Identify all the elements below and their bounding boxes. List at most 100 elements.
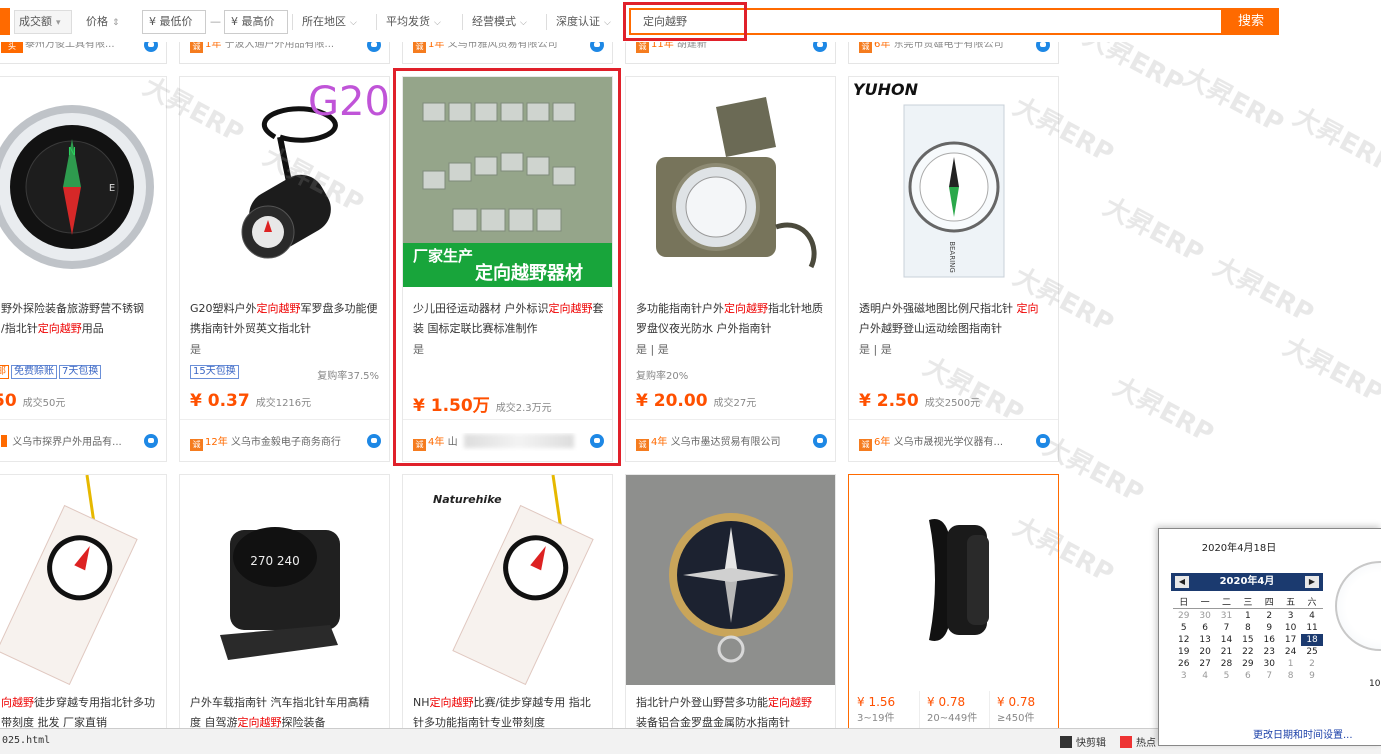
region-dropdown[interactable]: 所在地区 ⌵: [302, 10, 357, 34]
week-row: 5 6 7 8 9 10 11: [1173, 622, 1323, 634]
product-image[interactable]: 270 240: [180, 475, 389, 685]
day-cell[interactable]: 27: [1194, 658, 1215, 670]
day-cell[interactable]: 11: [1301, 622, 1322, 634]
day-cell[interactable]: 8: [1237, 622, 1258, 634]
day-cell[interactable]: 4: [1194, 670, 1215, 682]
day-cell[interactable]: 7: [1259, 670, 1280, 682]
min-price-input[interactable]: ¥ 最低价: [142, 10, 206, 34]
day-cell[interactable]: 22: [1237, 646, 1258, 658]
day-cell[interactable]: 14: [1216, 634, 1237, 646]
taskbar-app-hotspot[interactable]: 热点: [1120, 734, 1156, 749]
product-card[interactable]: 向越野徒步穿越专用指北针多功 带刻度 批发 厂家直销: [0, 474, 167, 734]
product-card[interactable]: N E 野外探险装备旅游野营不锈钢/指北针定向越野用品 邮免费赊账7天包换 50…: [0, 76, 167, 462]
day-cell[interactable]: 16: [1259, 634, 1280, 646]
day-cell[interactable]: 1: [1237, 610, 1258, 622]
day-cell[interactable]: 25: [1301, 646, 1322, 658]
compass-image: N E: [0, 77, 166, 287]
chat-icon[interactable]: [144, 434, 158, 448]
product-title[interactable]: 透明户外强磁地图比例尺指北针 定向 户外越野登山运动绘图指南针: [859, 299, 1055, 339]
day-cell[interactable]: 20: [1194, 646, 1215, 658]
product-image[interactable]: YUHON BEARING: [849, 77, 1058, 287]
supplier-line[interactable]: 诚 4年 义乌市墨达贸易有限公司: [636, 433, 806, 451]
day-cell[interactable]: 17: [1280, 634, 1301, 646]
sort-price[interactable]: 价格 ⇕: [86, 10, 120, 34]
taskbar-app-quickcut[interactable]: 快剪辑: [1060, 734, 1106, 749]
day-cell[interactable]: 24: [1280, 646, 1301, 658]
avg-ship-dropdown[interactable]: 平均发货 ⌵: [386, 10, 441, 34]
years-badge-icon: [1, 435, 7, 447]
sort-deal-count[interactable]: 成交额 ▾: [14, 10, 72, 34]
day-cell[interactable]: 12: [1173, 634, 1194, 646]
calendar-date-label[interactable]: 2020年4月18日: [1159, 539, 1319, 554]
chat-icon[interactable]: [1036, 434, 1050, 448]
day-cell[interactable]: 10: [1280, 622, 1301, 634]
product-title[interactable]: 户外车载指南针 汽车指北针车用高精度 自驾游定向越野探险装备: [190, 693, 386, 733]
title-keyword: 定向越野: [768, 696, 812, 709]
chevron-down-icon: ⌵: [350, 18, 357, 28]
product-card[interactable]: Naturehike NH定向越野比赛/徒步穿越专用 指北 针多功能指南针专业带刻…: [402, 474, 613, 734]
product-card[interactable]: G20 G20塑料户外定向越野军罗盘多功能便携指南针外贸英文指北针 是 15天包…: [179, 76, 390, 462]
product-image[interactable]: G20: [180, 77, 389, 287]
chat-icon[interactable]: [813, 434, 827, 448]
day-cell[interactable]: 31: [1216, 610, 1237, 622]
product-image[interactable]: [0, 475, 166, 685]
day-cell[interactable]: 13: [1194, 634, 1215, 646]
product-image[interactable]: [626, 77, 835, 287]
supplier-line[interactable]: 诚 12年 义乌市金毅电子商务商行: [190, 433, 360, 451]
product-title[interactable]: 野外探险装备旅游野营不锈钢/指北针定向越野用品: [1, 299, 161, 339]
day-cell[interactable]: 30: [1259, 658, 1280, 670]
day-cell[interactable]: 23: [1259, 646, 1280, 658]
product-title[interactable]: 向越野徒步穿越专用指北针多功 带刻度 批发 厂家直销: [1, 693, 161, 733]
day-cell[interactable]: 9: [1301, 670, 1322, 682]
product-card[interactable]: ¥ 1.56 3~19件 ¥ 0.78 20~449件 ¥ 0.78 ≥450件: [848, 474, 1059, 734]
prev-month-icon[interactable]: ◀: [1175, 576, 1189, 588]
day-cell-selected[interactable]: 18: [1301, 634, 1323, 646]
day-cell[interactable]: 2: [1301, 658, 1322, 670]
product-card[interactable]: YUHON BEARING 透明户外强磁地图比例尺指北针 定向 户外越野登山运动绘…: [848, 76, 1059, 462]
day-cell[interactable]: 7: [1216, 622, 1237, 634]
supplier-line[interactable]: 诚 6年 义乌市晟视光学仪器有...: [859, 433, 1029, 451]
product-title[interactable]: NH定向越野比赛/徒步穿越专用 指北 针多功能指南针专业带刻度: [413, 693, 609, 733]
day-cell[interactable]: 6: [1237, 670, 1258, 682]
day-cell[interactable]: 3: [1280, 610, 1301, 622]
product-card[interactable]: 270 240 户外车载指南针 汽车指北针车用高精度 自驾游定向越野探险装备: [179, 474, 390, 734]
naturehike-logo: Naturehike: [433, 493, 502, 506]
search-button[interactable]: 搜索: [1223, 8, 1279, 35]
biz-mode-dropdown[interactable]: 经营模式 ⌵: [472, 10, 527, 34]
day-cell[interactable]: 28: [1216, 658, 1237, 670]
product-title[interactable]: G20塑料户外定向越野军罗盘多功能便携指南针外贸英文指北针: [190, 299, 386, 339]
product-card[interactable]: 指北针户外登山野营多功能定向越野 装备铝合金罗盘金属防水指南针: [625, 474, 836, 734]
chat-icon[interactable]: [367, 434, 381, 448]
day-cell[interactable]: 1: [1280, 658, 1301, 670]
day-cell[interactable]: 29: [1173, 610, 1194, 622]
product-image[interactable]: N E: [0, 77, 166, 287]
product-image[interactable]: Naturehike: [403, 475, 612, 685]
day-cell[interactable]: 5: [1216, 670, 1237, 682]
calendar-popup[interactable]: 2020年4月18日 ◀ 2020年4月 ▶ 日 一 二 三 四 五 六 29 3…: [1158, 528, 1381, 746]
product-card[interactable]: 多功能指南针户外定向越野指北针地质罗盘仪夜光防水 户外指南针 是 | 是 复购率…: [625, 76, 836, 462]
deep-cert-dropdown[interactable]: 深度认证 ⌵: [556, 10, 611, 34]
day-cell[interactable]: 2: [1259, 610, 1280, 622]
day-cell[interactable]: 26: [1173, 658, 1194, 670]
day-cell[interactable]: 21: [1216, 646, 1237, 658]
day-cell[interactable]: 6: [1194, 622, 1215, 634]
day-cell[interactable]: 29: [1237, 658, 1258, 670]
day-cell[interactable]: 30: [1194, 610, 1215, 622]
day-cell[interactable]: 3: [1173, 670, 1194, 682]
change-datetime-link[interactable]: 更改日期和时间设置...: [1253, 726, 1353, 741]
max-price-input[interactable]: ¥ 最高价: [224, 10, 288, 34]
supplier-line[interactable]: 义乌市探界户外用品有...: [1, 433, 166, 448]
day-cell[interactable]: 5: [1173, 622, 1194, 634]
day-cell[interactable]: 4: [1301, 610, 1322, 622]
day-cell[interactable]: 9: [1259, 622, 1280, 634]
product-title[interactable]: 指北针户外登山野营多功能定向越野 装备铝合金罗盘金属防水指南针: [636, 693, 832, 733]
product-image[interactable]: [849, 475, 1058, 685]
day-cell[interactable]: 19: [1173, 646, 1194, 658]
product-image[interactable]: [626, 475, 835, 685]
next-month-icon[interactable]: ▶: [1305, 576, 1319, 588]
day-cell[interactable]: 15: [1237, 634, 1258, 646]
product-attr: 是 | 是: [636, 343, 669, 356]
week-row: 3456789: [1173, 670, 1323, 682]
day-cell[interactable]: 8: [1280, 670, 1301, 682]
product-title[interactable]: 多功能指南针户外定向越野指北针地质罗盘仪夜光防水 户外指南针: [636, 299, 832, 339]
